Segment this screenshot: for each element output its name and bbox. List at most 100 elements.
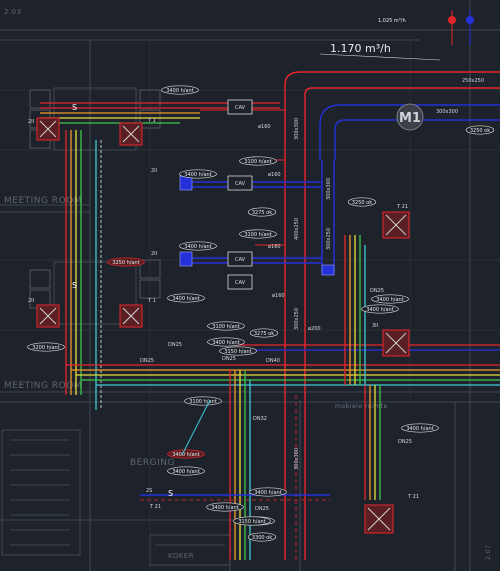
m1-shaft: M1 bbox=[396, 103, 424, 131]
unit-label-2s: 2S bbox=[146, 488, 152, 494]
unit-label-s-c: S bbox=[168, 489, 173, 498]
unit-label-s-a: S bbox=[72, 103, 77, 112]
ceiling-unit-2 bbox=[119, 122, 143, 146]
top-flow-value: 1.170 m³/h bbox=[330, 42, 391, 55]
tag-t3400-a: 3400 h/ant bbox=[179, 169, 217, 179]
size-300x250-v: 300x250 bbox=[326, 228, 332, 250]
tag-text: 3400 h/ant bbox=[376, 297, 403, 303]
size-300x300-v: 300x300 bbox=[294, 448, 300, 470]
tag-t3200-left: 3200 h/ant bbox=[27, 342, 65, 352]
tag-t3100-d: 3100 h/ant bbox=[184, 396, 222, 406]
duct-label-dn25-a: DN25 bbox=[140, 358, 154, 364]
shaft-label: M1 bbox=[399, 111, 421, 126]
tag-text: 3300 ok bbox=[252, 535, 272, 541]
hvac-floor-plan: MEETING ROOM MEETING ROOM BERGING KOKER … bbox=[0, 0, 500, 571]
tag-t3100-c: 3100 h/ant bbox=[207, 321, 245, 331]
tag-t3250-top: 3250 ok bbox=[347, 197, 377, 207]
unit-label-3ii: 3II bbox=[372, 323, 378, 329]
unit-label-t21-a: T 21 bbox=[396, 204, 408, 210]
ceiling-unit-7 bbox=[364, 504, 394, 534]
cav-label-4: CAV bbox=[235, 280, 246, 286]
tag-text: 3400 h/ant bbox=[254, 490, 281, 496]
duct-label-dn25-c: DN25 bbox=[370, 288, 384, 294]
tag-text: 3150 h/ant bbox=[238, 519, 265, 525]
duct-label-dn25-b: DN25 bbox=[222, 356, 236, 362]
room-label-berging: BERGING bbox=[130, 458, 175, 468]
duct-label-dn25-e: DN25 bbox=[168, 342, 182, 348]
unit-label-2ii-d: 2II bbox=[151, 251, 157, 257]
unit-label-s-b: S bbox=[72, 281, 77, 290]
tag-t3400-b: 3400 h/ant bbox=[179, 241, 217, 251]
tag-t3400-red: 3400 h/ant bbox=[167, 449, 205, 459]
tag-t3400-top: 3400 h/ant bbox=[161, 85, 199, 95]
tag-t3400-f: 3400 h/ant bbox=[401, 423, 439, 433]
tag-t3400-d: 3400 h/ant bbox=[371, 294, 409, 304]
tag-text: 3400 h/ant bbox=[172, 296, 199, 302]
diameter-label-200: ø200 bbox=[308, 326, 321, 332]
duct-label-dn25-f: DN25 bbox=[255, 506, 269, 512]
diameter-label-160-c: ø160 bbox=[268, 244, 281, 250]
tag-text: 3100 h/ant bbox=[244, 232, 271, 238]
tag-text: 3400 h/ant bbox=[212, 340, 239, 346]
tag-text: 3400 h/ant bbox=[184, 172, 211, 178]
tag-text: 3400 h/ant bbox=[184, 244, 211, 250]
tag-text: 3150 h/ant bbox=[224, 349, 251, 355]
duct-label-dn25-d: DN25 bbox=[398, 439, 412, 445]
unit-label-t21-b: T 21 bbox=[407, 494, 419, 500]
ceiling-unit-6 bbox=[382, 329, 410, 357]
size-300x300-b: 300x300 bbox=[326, 178, 332, 200]
duct-label-dn40: DN40 bbox=[266, 358, 280, 364]
tag-text: 3400 h/ant bbox=[172, 469, 199, 475]
tag-text: 3275 ok bbox=[254, 331, 274, 337]
tag-t3100-a: 3100 h/ant bbox=[239, 156, 277, 166]
tag-text: 3400 h/ant bbox=[166, 88, 193, 94]
tag-t3400-e: 3400 h/ant bbox=[207, 337, 245, 347]
ceiling-unit-5 bbox=[382, 211, 410, 239]
size-350x300: 300x300 bbox=[436, 109, 458, 115]
room-label-koker: KOKER bbox=[168, 552, 194, 560]
diameter-label-160-d: ø160 bbox=[272, 293, 285, 299]
tag-text: 3275 ok bbox=[252, 210, 272, 216]
diameter-label-160-a: ø160 bbox=[258, 124, 271, 130]
diameter-label-160-b: ø160 bbox=[268, 172, 281, 178]
tag-t3275: 3275 ok bbox=[247, 207, 277, 217]
tag-text: 3200 h/ant bbox=[32, 345, 59, 351]
tag-t3400-bottom: 3400 h/ant bbox=[206, 502, 244, 512]
tag-t3150: 3150 h/ant bbox=[219, 346, 257, 356]
ceiling-unit-4 bbox=[119, 304, 143, 328]
size-250x250: 250x250 bbox=[462, 78, 484, 84]
top-flow-small: 1.025 m³/h bbox=[378, 18, 406, 24]
ceiling-unit-1 bbox=[36, 117, 60, 141]
tag-t3250-right: 3250 ok bbox=[465, 125, 495, 135]
cav-label-2: CAV bbox=[235, 181, 246, 187]
tag-t3400-h: 3400 h/ant bbox=[167, 466, 205, 476]
unit-label-2ii-c: 2II bbox=[151, 168, 157, 174]
cav-label-1: CAV bbox=[235, 105, 246, 111]
tag-t3275-b: 3275 ok bbox=[249, 328, 279, 338]
tag-text: 3400 h/ant bbox=[211, 505, 238, 511]
tag-text: 3100 h/ant bbox=[244, 159, 271, 165]
size-300x300-a: 300x300 bbox=[294, 118, 300, 140]
size-300x250: 300x250 bbox=[294, 308, 300, 330]
tag-t3400-c: 3400 h/ant bbox=[167, 293, 205, 303]
ceiling-unit-3 bbox=[36, 304, 60, 328]
tag-t3300: 3300 ok bbox=[247, 532, 277, 542]
unit-label-t21-c: T 21 bbox=[149, 504, 161, 510]
tag-text: 3250 ok bbox=[352, 200, 372, 206]
tag-t3150-b: 3150 h/ant bbox=[233, 516, 271, 526]
tag-text: 3250 ok bbox=[470, 128, 490, 134]
unit-label-t1-b: T 1 bbox=[147, 298, 156, 304]
room-code-top: 2.03 bbox=[4, 8, 22, 16]
tag-t3250-red: 3250 h/ant bbox=[107, 257, 145, 267]
tag-text: 3250 h/ant bbox=[112, 260, 139, 266]
tag-text: 3100 h/ant bbox=[212, 324, 239, 330]
tag-text: 3400 h/ant bbox=[366, 307, 393, 313]
tag-t3100-b: 3100 h/ant bbox=[239, 229, 277, 239]
tag-text: 3400 h/ant bbox=[406, 426, 433, 432]
room-code-right: 2.07 bbox=[485, 545, 492, 560]
unit-label-t1-a: T 1 bbox=[147, 118, 156, 124]
tag-t3400-g: 3400 h/ant bbox=[361, 304, 399, 314]
duct-label-dn32: DN32 bbox=[253, 416, 267, 422]
cav-label-3: CAV bbox=[235, 257, 246, 263]
size-400x250: 400x250 bbox=[294, 218, 300, 240]
